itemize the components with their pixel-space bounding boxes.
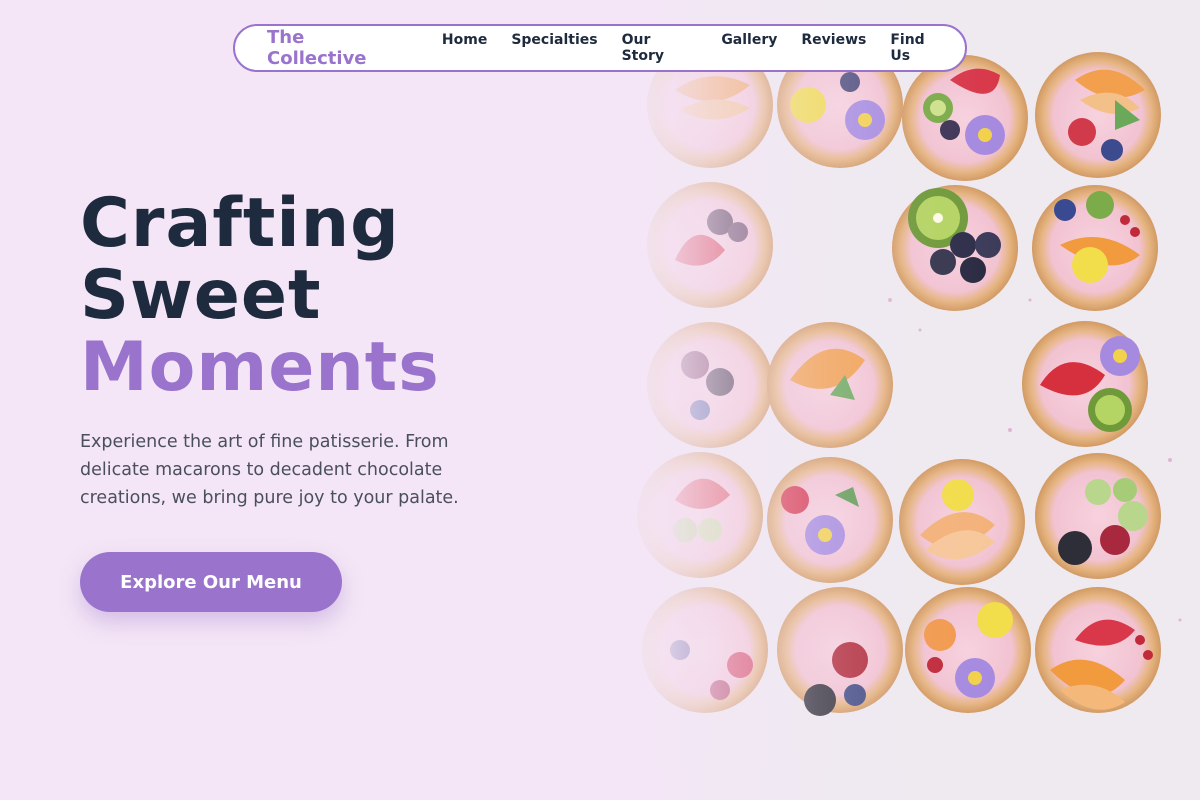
headline-line-2: Sweet — [80, 256, 322, 335]
explore-menu-button[interactable]: Explore Our Menu — [80, 552, 342, 612]
pastry-tarts-photo — [620, 0, 1200, 800]
hero-image — [620, 0, 1200, 800]
nav-link-home[interactable]: Home — [442, 32, 487, 64]
nav-links: Home Specialties Our Story Gallery Revie… — [442, 32, 949, 64]
nav-link-find-us[interactable]: Find Us — [890, 32, 949, 64]
brand-logo[interactable]: The Collective — [267, 27, 410, 69]
nav-link-our-story[interactable]: Our Story — [622, 32, 698, 64]
hero-headline: Crafting Sweet Moments — [80, 188, 440, 404]
hero-subtext: Experience the art of fine patisserie. F… — [80, 432, 459, 508]
headline-line-1: Crafting — [80, 184, 400, 263]
nav-link-reviews[interactable]: Reviews — [801, 32, 866, 64]
nav-link-specialties[interactable]: Specialties — [511, 32, 597, 64]
top-nav: The Collective Home Specialties Our Stor… — [233, 24, 967, 72]
headline-accent: Moments — [80, 328, 440, 407]
nav-link-gallery[interactable]: Gallery — [721, 32, 777, 64]
